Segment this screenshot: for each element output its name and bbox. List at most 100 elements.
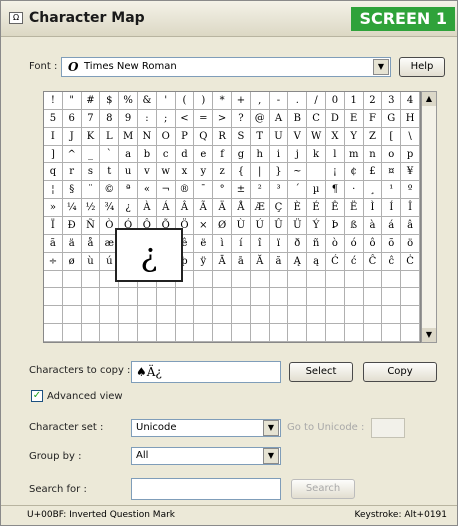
character-cell[interactable]: j (288, 145, 308, 164)
character-cell[interactable]: Í (382, 199, 402, 217)
character-cell[interactable]: & (137, 92, 157, 110)
character-cell[interactable]: î (250, 234, 270, 253)
character-cell[interactable] (100, 324, 120, 342)
character-cell[interactable]: . (288, 92, 308, 110)
character-cell[interactable]: ® (175, 181, 195, 200)
character-cell[interactable]: D (325, 109, 345, 128)
character-cell[interactable] (269, 270, 289, 289)
character-cell[interactable]: Ì (363, 199, 383, 217)
character-cell[interactable] (307, 163, 326, 182)
character-cell[interactable]: 9 (119, 109, 138, 128)
character-cell[interactable] (231, 288, 251, 307)
character-cell[interactable] (231, 306, 251, 325)
character-cell[interactable]: Ü (288, 217, 308, 235)
character-cell[interactable]: y (194, 163, 214, 182)
character-cell[interactable]: f (213, 145, 232, 164)
character-cell[interactable]: V (288, 127, 308, 146)
character-cell[interactable] (194, 306, 214, 325)
title-bar[interactable]: Ω Character Map SCREEN 1 (1, 1, 457, 37)
character-cell[interactable] (269, 288, 289, 307)
character-cell[interactable]: ò (325, 234, 345, 253)
character-cell[interactable]: Ø (213, 217, 232, 235)
character-cell[interactable]: T (250, 127, 270, 146)
character-cell[interactable] (137, 324, 157, 342)
character-set-select[interactable]: Unicode ▼ (131, 419, 281, 437)
character-cell[interactable] (213, 324, 232, 342)
character-cell[interactable]: w (156, 163, 176, 182)
character-cell[interactable]: ¨ (81, 181, 101, 200)
character-cell[interactable]: ¦ (44, 181, 63, 200)
character-cell[interactable] (363, 270, 383, 289)
character-cell[interactable]: ÷ (44, 252, 63, 271)
character-cell[interactable] (382, 324, 402, 342)
character-cell[interactable] (81, 306, 101, 325)
character-cell[interactable]: ñ (307, 234, 326, 253)
character-cell[interactable]: ë (194, 234, 214, 253)
character-cell[interactable]: + (231, 92, 251, 110)
character-cell[interactable]: z (213, 163, 232, 182)
character-cell[interactable] (81, 324, 101, 342)
character-cell[interactable]: o (382, 145, 402, 164)
character-cell[interactable]: Æ (250, 199, 270, 217)
character-cell[interactable]: = (194, 109, 214, 128)
character-cell[interactable] (325, 306, 345, 325)
character-cell[interactable]: _ (81, 145, 101, 164)
character-cell[interactable] (81, 270, 101, 289)
character-cell[interactable]: ? (231, 109, 251, 128)
character-cell[interactable]: ª (119, 181, 138, 200)
character-cell[interactable]: ä (62, 234, 82, 253)
character-cell[interactable]: ö (401, 234, 420, 253)
character-cell[interactable]: Â (175, 199, 195, 217)
character-cell[interactable] (344, 324, 364, 342)
character-cell[interactable]: Ă (250, 252, 270, 271)
character-cell[interactable] (382, 288, 402, 307)
character-cell[interactable]: õ (382, 234, 402, 253)
character-cell[interactable]: E (344, 109, 364, 128)
character-cell[interactable]: q (44, 163, 63, 182)
character-cell[interactable] (81, 288, 101, 307)
character-cell[interactable]: 8 (100, 109, 120, 128)
character-cell[interactable]: S (231, 127, 251, 146)
character-cell[interactable] (250, 288, 270, 307)
character-cell[interactable] (401, 288, 420, 307)
character-cell[interactable]: a (119, 145, 138, 164)
character-cell[interactable] (363, 324, 383, 342)
character-cell[interactable]: Á (156, 199, 176, 217)
character-cell[interactable]: · (344, 181, 364, 200)
character-cell[interactable] (250, 324, 270, 342)
character-cell[interactable]: ï (269, 234, 289, 253)
character-cell[interactable]: g (231, 145, 251, 164)
character-cell[interactable]: Î (401, 199, 420, 217)
character-cell[interactable]: ¶ (325, 181, 345, 200)
character-cell[interactable] (62, 306, 82, 325)
character-cell[interactable]: p (401, 145, 420, 164)
character-cell[interactable]: Ý (307, 217, 326, 235)
character-cell[interactable]: t (100, 163, 120, 182)
character-cell[interactable]: ß (344, 217, 364, 235)
character-cell[interactable]: Ã (194, 199, 214, 217)
character-cell[interactable]: ¡ (325, 163, 345, 182)
character-cell[interactable]: " (62, 92, 82, 110)
character-cell[interactable]: ¥ (401, 163, 420, 182)
character-cell[interactable]: b (137, 145, 157, 164)
character-cell[interactable] (401, 306, 420, 325)
character-cell[interactable] (62, 324, 82, 342)
character-cell[interactable] (175, 288, 195, 307)
character-cell[interactable]: Ï (44, 217, 63, 235)
character-cell[interactable]: i (269, 145, 289, 164)
character-cell[interactable] (62, 288, 82, 307)
character-cell[interactable]: W (307, 127, 326, 146)
character-cell[interactable]: G (382, 109, 402, 128)
character-cell[interactable]: { (231, 163, 251, 182)
character-cell[interactable]: ¾ (100, 199, 120, 217)
character-cell[interactable]: $ (100, 92, 120, 110)
character-cell[interactable]: 3 (382, 92, 402, 110)
character-cell[interactable]: d (175, 145, 195, 164)
character-cell[interactable]: ā (231, 252, 251, 271)
character-cell[interactable]: : (137, 109, 157, 128)
character-cell[interactable]: ù (81, 252, 101, 271)
character-cell[interactable]: ą (307, 252, 326, 271)
character-cell[interactable]: I (44, 127, 63, 146)
character-cell[interactable]: L (100, 127, 120, 146)
character-cell[interactable] (156, 288, 176, 307)
